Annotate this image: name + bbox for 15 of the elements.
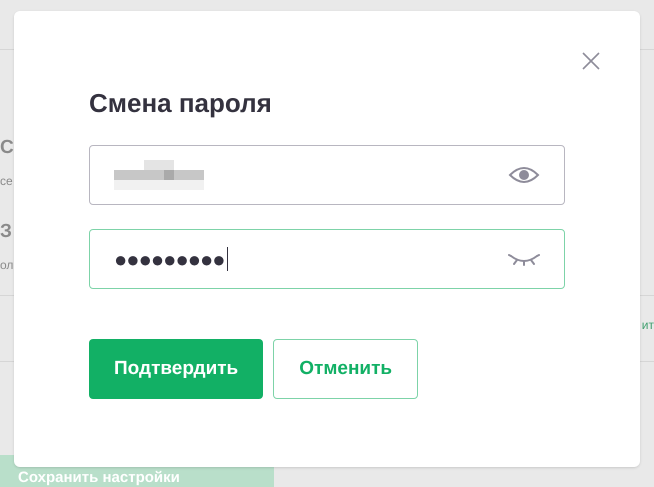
section-text: се <box>0 173 13 190</box>
section-heading: С <box>0 136 14 160</box>
cancel-button[interactable]: Отменить <box>273 339 418 399</box>
section-text: ол <box>0 257 14 274</box>
password-field[interactable] <box>89 145 565 205</box>
password-field[interactable]: ●●●●●●●●● <box>89 229 565 289</box>
text-cursor <box>226 247 228 271</box>
confirm-button[interactable]: Подтвердить <box>89 339 264 399</box>
section-heading: З <box>0 220 12 244</box>
password-value: ●●●●●●●●● <box>114 246 225 274</box>
closed-eye-icon[interactable] <box>508 252 540 266</box>
close-icon[interactable] <box>582 52 600 70</box>
dialog-title: Смена пароля <box>89 87 273 119</box>
eye-icon[interactable] <box>508 165 540 185</box>
background-link[interactable]: ит <box>642 316 654 334</box>
